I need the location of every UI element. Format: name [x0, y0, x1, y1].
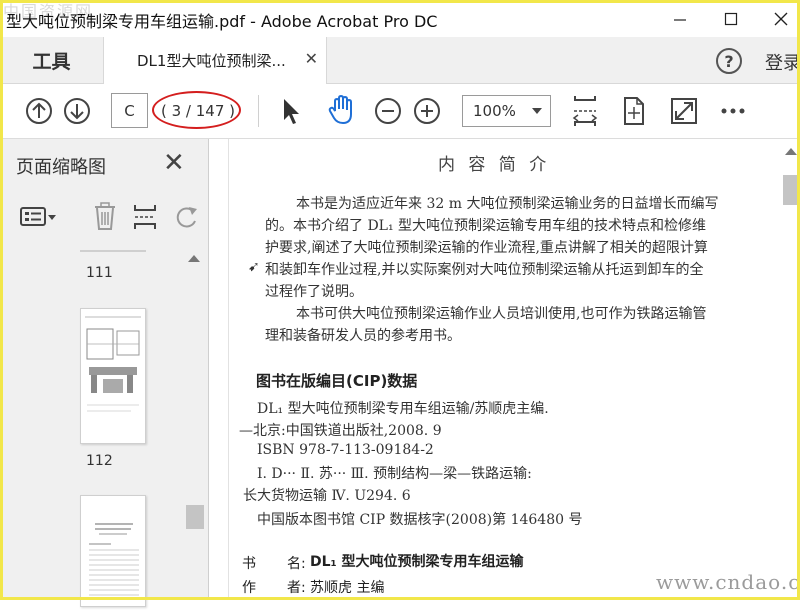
rotate-view-button[interactable] [621, 96, 647, 126]
cip-line: —北京:中国铁道出版社,2008. 9 [239, 423, 442, 439]
trash-icon [95, 202, 115, 230]
paragraph-line: 本书可供大吨位预制梁运输作业人员培训使用,也可作为铁路运输管 [296, 306, 707, 322]
author-label: 作 [242, 580, 256, 596]
paragraph-line: 和装卸车作业过程,并以实际案例对大吨位预制梁运输从托运到卸车的全 [265, 262, 704, 278]
paragraph-line: 的。本书介绍了 DL₁ 型大吨位预制梁运输专用车组的技术特点和检修维 [265, 218, 707, 234]
document-scroll-thumb[interactable] [783, 175, 799, 205]
tab-tools[interactable]: 工具 [0, 37, 103, 83]
cip-line: 长大货物运输 Ⅳ. U294. 6 [243, 488, 411, 504]
watermark-bottom: www.cndao.com [656, 570, 800, 594]
author-key: 者: [287, 580, 306, 596]
window-title: 型大吨位预制梁专用车组运输.pdf - Adobe Acrobat Pro DC [6, 12, 438, 31]
toolbar-divider [258, 95, 259, 127]
thumbnail-label[interactable]: 111 [86, 265, 113, 281]
tab-close-icon[interactable]: ✕ [305, 49, 318, 68]
tab-document[interactable]: DL1型大吨位预制梁... ✕ [103, 37, 327, 84]
page-number-input[interactable]: C [111, 93, 148, 128]
close-panel-icon[interactable]: ✕ [163, 150, 185, 176]
zoom-value: 100% [473, 102, 516, 120]
delete-page-button[interactable] [92, 201, 118, 231]
close-icon [774, 12, 788, 25]
insert-page-icon [134, 205, 156, 229]
next-page-icon [64, 98, 90, 124]
insert-page-button[interactable] [132, 203, 158, 231]
zoom-out-button[interactable] [374, 97, 402, 125]
thumbnail-panel-title: 页面缩略图 [16, 157, 106, 178]
scroll-up-icon[interactable] [785, 148, 797, 155]
cip-line: ISBN 978-7-113-09184-2 [257, 442, 434, 458]
thumbnail-page-113[interactable] [80, 495, 146, 607]
thumbnail-page-112[interactable] [80, 308, 146, 444]
book-title-key: 名: [287, 556, 306, 572]
hand-tool-button[interactable] [326, 94, 356, 126]
hand-icon [328, 94, 352, 125]
thumbnail-label[interactable]: 112 [86, 453, 113, 469]
thumbnail-previous-edge [80, 250, 146, 252]
prev-page-icon [26, 98, 52, 124]
full-screen-button[interactable] [670, 97, 698, 125]
rotate-view-icon [624, 97, 644, 125]
paragraph-line: 护要求,阐述了大吨位预制梁运输的作业流程,重点讲解了相关的超限计算 [265, 240, 708, 256]
cip-line: Ⅰ. D··· Ⅱ. 苏··· Ⅲ. 预制结构—梁—铁路运输: [257, 466, 532, 482]
paragraph-line: 本书是为适应近年来 32 m 大吨位预制梁运输业务的日益增长而编写 [296, 196, 719, 212]
zoom-dropdown[interactable]: 100% [462, 95, 551, 127]
zoom-in-icon [414, 98, 440, 124]
next-page-button[interactable] [63, 97, 91, 125]
tab-document-label: DL1型大吨位预制梁... [137, 52, 286, 70]
chevron-down-icon [532, 108, 542, 114]
document-heading: 内 容 简 介 [438, 155, 551, 175]
paragraph-line: 理和装备研发人员的参考用书。 [265, 328, 461, 344]
tab-bar: 工具 DL1型大吨位预制梁... ✕ [0, 37, 800, 84]
rotate-page-button[interactable] [175, 203, 199, 231]
title-bar: 中国资源网 型大吨位预制梁专用车组运输.pdf - Adobe Acrobat … [0, 0, 800, 38]
scroll-up-icon[interactable] [188, 255, 200, 262]
help-icon[interactable]: ? [716, 48, 742, 74]
select-arrow-icon [284, 99, 299, 124]
zoom-in-button[interactable] [413, 97, 441, 125]
thumbnail-scrollbar[interactable] [186, 252, 204, 600]
thumbnail-drawing [85, 316, 141, 412]
select-tool-button[interactable] [280, 96, 302, 126]
close-window-button[interactable] [758, 0, 800, 37]
prev-page-button[interactable] [25, 97, 53, 125]
author-value: 苏顺虎 主编 [310, 580, 385, 596]
thumbnail-scroll-thumb[interactable] [186, 505, 204, 529]
minimize-icon [674, 18, 686, 21]
paragraph-line: 过程作了说明。 [265, 284, 363, 300]
maximize-button[interactable] [708, 0, 754, 37]
book-title-label: 书 [242, 556, 256, 572]
full-screen-icon [671, 98, 697, 124]
book-title-value: DL₁ 型大吨位预制梁专用车组运输 [310, 554, 524, 570]
zoom-out-icon [375, 98, 401, 124]
fit-page-button[interactable] [571, 94, 599, 128]
cip-heading: 图书在版编目(CIP)数据 [256, 372, 418, 390]
more-tools-button[interactable] [720, 104, 746, 118]
cip-line: 中国版本图书馆 CIP 数据核字(2008)第 146480 号 [257, 512, 583, 528]
paragraph-line-marker: ➹ [248, 259, 260, 275]
thumbnail-text-drawing [89, 523, 139, 596]
thumbnail-options-button[interactable] [19, 203, 59, 229]
minimize-button[interactable] [657, 0, 703, 37]
fit-page-icon [572, 96, 598, 126]
maximize-icon [724, 12, 738, 25]
sign-in-link[interactable]: 登录 [765, 49, 800, 75]
more-icon [721, 108, 745, 114]
list-options-icon [20, 207, 56, 226]
rotate-icon [176, 207, 197, 228]
cip-line: DL₁ 型大吨位预制梁专用车组运输/苏顺虎主编. [257, 401, 549, 417]
red-annotation-oval [152, 91, 241, 129]
